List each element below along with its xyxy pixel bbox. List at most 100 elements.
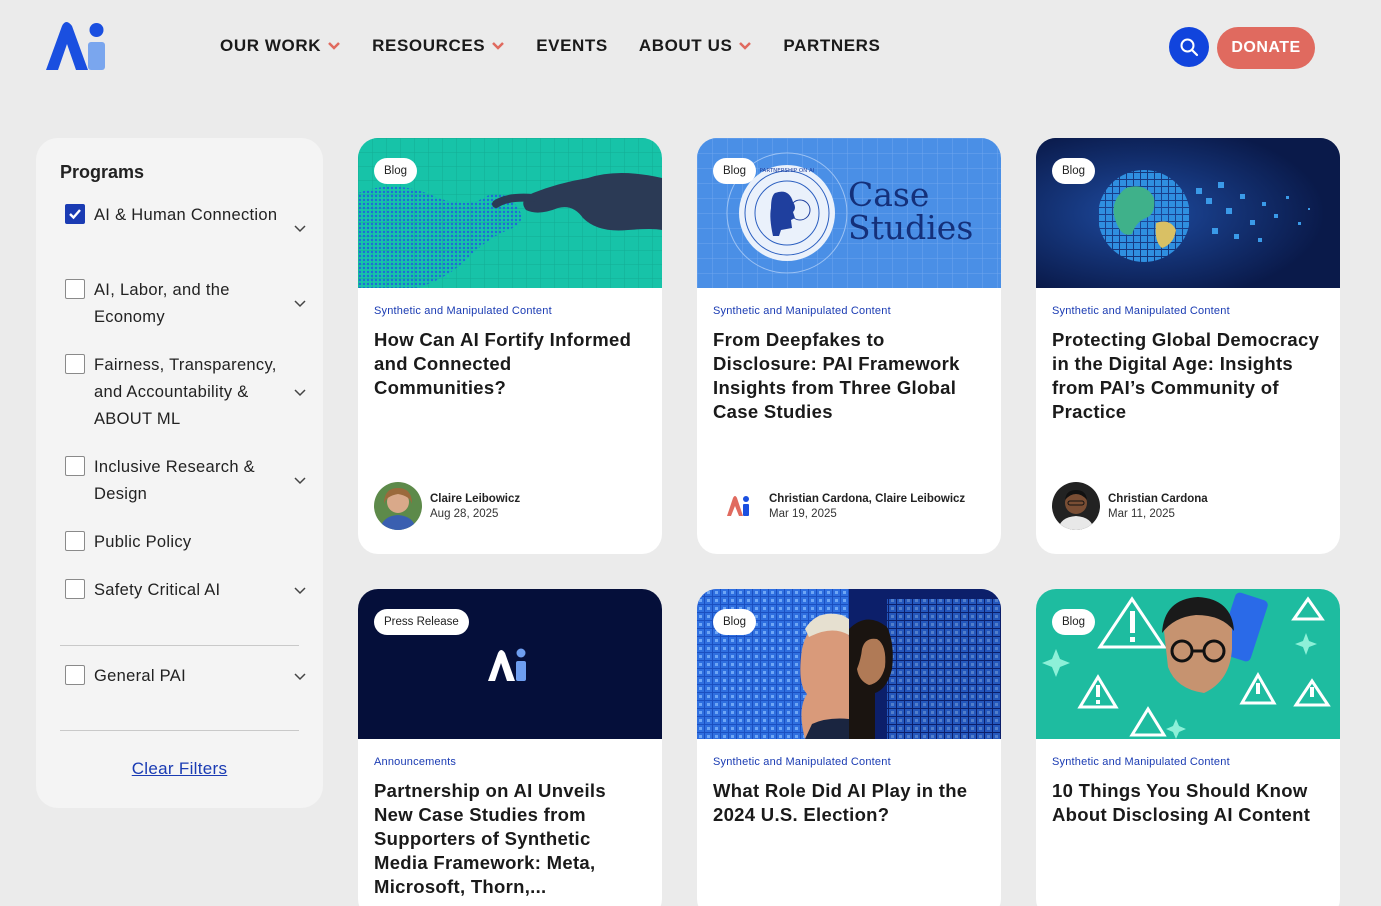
chevron-down-icon[interactable] <box>293 476 307 486</box>
article-card[interactable]: Blog Synthetic and Manipulated Content W… <box>697 589 1001 906</box>
filter-checkbox[interactable] <box>65 204 85 224</box>
clear-filters-link[interactable]: Clear Filters <box>36 759 323 779</box>
avatar <box>374 482 422 530</box>
donate-button[interactable]: DONATE <box>1217 27 1315 69</box>
filter-ai-human-connection[interactable]: AI & Human Connection <box>65 202 306 233</box>
card-image-globe: Blog <box>1036 138 1340 288</box>
chevron-down-icon[interactable] <box>293 299 307 309</box>
filter-label: General PAI <box>94 667 186 685</box>
filter-checkbox[interactable] <box>65 531 85 551</box>
filter-label: AI & Human Connection <box>94 206 278 224</box>
card-category[interactable]: Synthetic and Manipulated Content <box>374 305 646 317</box>
search-button[interactable] <box>1169 27 1209 67</box>
card-category[interactable]: Synthetic and Manipulated Content <box>1052 305 1324 317</box>
card-category[interactable]: Announcements <box>374 756 646 768</box>
chevron-down-icon[interactable] <box>293 388 307 398</box>
pai-logo[interactable] <box>44 20 108 72</box>
card-title[interactable]: Protecting Global Democracy in the Digit… <box>1052 328 1324 424</box>
card-body: Synthetic and Manipulated Content What R… <box>697 739 1001 827</box>
post-date: Mar 19, 2025 <box>769 507 837 520</box>
card-title[interactable]: How Can AI Fortify Informed and Connecte… <box>374 328 646 400</box>
card-title[interactable]: 10 Things You Should Know About Disclosi… <box>1052 779 1324 827</box>
case-studies-image-text: Case Studies <box>848 175 974 247</box>
card-body: Synthetic and Manipulated Content How Ca… <box>358 288 662 400</box>
filter-checkbox[interactable] <box>65 456 85 476</box>
search-icon <box>1180 38 1199 57</box>
main-nav: OUR WORK RESOURCES EVENTS ABOUT US PARTN… <box>220 36 911 56</box>
filter-label: AI, Labor, and the Economy <box>94 281 230 326</box>
card-tag: Blog <box>1052 158 1096 184</box>
filter-checkbox[interactable] <box>65 354 85 374</box>
filter-label: Public Policy <box>94 533 192 551</box>
chevron-down-icon <box>328 42 341 50</box>
nav-events-label: EVENTS <box>536 36 608 55</box>
filter-ai-labor-economy[interactable]: AI, Labor, and the Economy <box>65 277 307 331</box>
nav-about-us-label: ABOUT US <box>638 36 733 55</box>
post-date: Mar 11, 2025 <box>1108 507 1175 520</box>
filter-inclusive-research[interactable]: Inclusive Research & Design <box>65 454 307 508</box>
chevron-down-icon <box>492 42 505 50</box>
filter-checkbox[interactable] <box>65 279 85 299</box>
author-name[interactable]: Claire Leibowicz <box>430 493 520 505</box>
card-tag: Blog <box>1052 609 1096 635</box>
card-author: Christian Cardona Mar 11, 2025 <box>1052 482 1208 530</box>
card-tag: Blog <box>713 158 757 184</box>
card-category[interactable]: Synthetic and Manipulated Content <box>1052 756 1324 768</box>
sidebar-title: Programs <box>60 162 145 182</box>
chevron-down-icon[interactable] <box>293 586 307 596</box>
chevron-down-icon <box>739 42 752 50</box>
svg-text:PARTNERSHIP ON AI: PARTNERSHIP ON AI <box>760 168 815 174</box>
card-image-warning-faces: Blog <box>1036 589 1340 739</box>
card-author: Christian Cardona, Claire Leibowicz Mar … <box>713 482 965 530</box>
chevron-down-icon[interactable] <box>293 224 307 234</box>
card-body: Synthetic and Manipulated Content 10 Thi… <box>1036 739 1340 827</box>
avatar <box>1052 482 1100 530</box>
filter-safety-critical-ai[interactable]: Safety Critical AI <box>65 577 307 604</box>
sidebar-divider <box>60 730 299 731</box>
article-card[interactable]: Press Release Announcements Partnership … <box>358 589 662 906</box>
filter-fairness-transparency[interactable]: Fairness, Transparency, and Accountabili… <box>65 352 307 433</box>
avatar <box>713 482 761 530</box>
card-body: Synthetic and Manipulated Content Protec… <box>1036 288 1340 424</box>
nav-about-us[interactable]: ABOUT US <box>639 36 753 56</box>
nav-partners[interactable]: PARTNERS <box>783 36 880 56</box>
author-name[interactable]: Christian Cardona, Claire Leibowicz <box>769 493 965 505</box>
filter-checkbox[interactable] <box>65 665 85 685</box>
card-category[interactable]: Synthetic and Manipulated Content <box>713 305 985 317</box>
card-category[interactable]: Synthetic and Manipulated Content <box>713 756 985 768</box>
filter-label: Safety Critical AI <box>94 581 221 599</box>
card-image-hands: Blog <box>358 138 662 288</box>
article-card[interactable]: Blog Synthetic and Manipulated Content H… <box>358 138 662 554</box>
author-name[interactable]: Christian Cardona <box>1108 493 1208 505</box>
filter-checkbox[interactable] <box>65 579 85 599</box>
nav-our-work[interactable]: OUR WORK <box>220 36 341 56</box>
article-card[interactable]: Blog Synthetic and Manipulated Content 1… <box>1036 589 1340 906</box>
card-tag: Blog <box>713 609 757 635</box>
filter-public-policy[interactable]: Public Policy <box>65 529 305 556</box>
card-image-election: Blog <box>697 589 1001 739</box>
nav-partners-label: PARTNERS <box>783 36 881 55</box>
nav-resources[interactable]: RESOURCES <box>372 36 505 56</box>
filter-general-pai[interactable]: General PAI <box>65 663 307 690</box>
chevron-down-icon[interactable] <box>293 672 307 682</box>
sidebar-divider <box>60 645 299 646</box>
card-title[interactable]: Partnership on AI Unveils New Case Studi… <box>374 779 646 899</box>
article-card[interactable]: Blog Synthetic and Manipulated Content P… <box>1036 138 1340 554</box>
card-image-case-studies: PARTNERSHIP ON AI Case Studies Blog <box>697 138 1001 288</box>
card-body: Announcements Partnership on AI Unveils … <box>358 739 662 899</box>
checkmark-icon <box>69 209 81 220</box>
card-image-logo: Press Release <box>358 589 662 739</box>
filter-label: Fairness, Transparency, and Accountabili… <box>94 356 277 428</box>
filter-sidebar: Programs AI & Human Connection AI, Labor… <box>36 138 323 808</box>
nav-our-work-label: OUR WORK <box>220 36 322 55</box>
article-card[interactable]: PARTNERSHIP ON AI Case Studies Blog Synt… <box>697 138 1001 554</box>
card-tag: Blog <box>374 158 418 184</box>
card-tag: Press Release <box>374 609 469 635</box>
nav-events[interactable]: EVENTS <box>536 36 608 56</box>
filter-label: Inclusive Research & Design <box>94 458 255 503</box>
nav-resources-label: RESOURCES <box>372 36 486 55</box>
card-title[interactable]: What Role Did AI Play in the 2024 U.S. E… <box>713 779 985 827</box>
post-date: Aug 28, 2025 <box>430 507 499 520</box>
card-author: Claire Leibowicz Aug 28, 2025 <box>374 482 520 530</box>
card-title[interactable]: From Deepfakes to Disclosure: PAI Framew… <box>713 328 985 424</box>
